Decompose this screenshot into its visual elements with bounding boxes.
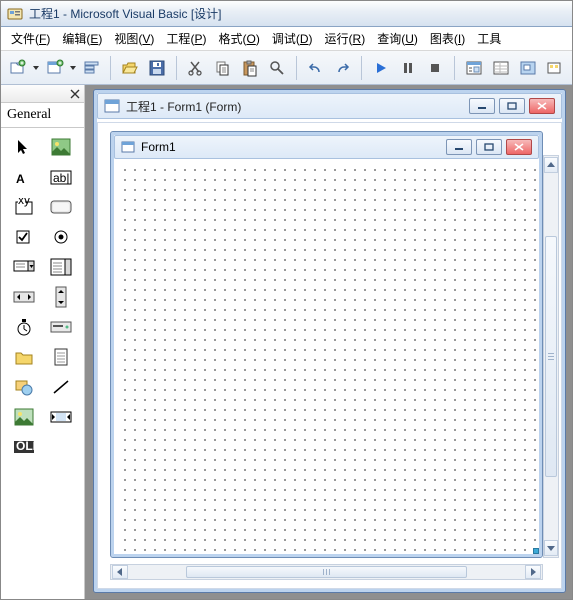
- tool-optionbutton[interactable]: [45, 224, 79, 250]
- add-project-button[interactable]: [5, 55, 30, 81]
- add-project-dropdown[interactable]: [32, 55, 40, 81]
- add-form-dropdown[interactable]: [69, 55, 77, 81]
- tool-hscrollbar[interactable]: [7, 284, 41, 310]
- form-maximize-button[interactable]: [476, 139, 502, 155]
- app-title: 工程1 - Microsoft Visual Basic [设计]: [29, 5, 222, 22]
- form-icon: [121, 141, 135, 153]
- svg-text:OLE: OLE: [16, 440, 35, 453]
- toolbar-separator: [110, 56, 111, 80]
- scroll-thumb[interactable]: [186, 566, 466, 578]
- tool-picturebox[interactable]: [45, 134, 79, 160]
- toolbar-separator: [296, 56, 297, 80]
- end-button[interactable]: [423, 55, 448, 81]
- designer-minimize-button[interactable]: [469, 98, 495, 114]
- toolbox-title: General: [1, 103, 84, 128]
- designer-hscrollbar[interactable]: [110, 564, 543, 580]
- tool-drivelistbox[interactable]: [45, 314, 79, 340]
- tool-shape[interactable]: [7, 374, 41, 400]
- form-layout-button[interactable]: [516, 55, 541, 81]
- toolbar-separator: [361, 56, 362, 80]
- tool-ole[interactable]: OLE: [7, 434, 41, 460]
- menu-diagram[interactable]: 图表(I): [424, 28, 471, 49]
- svg-text:A: A: [16, 172, 25, 186]
- menu-run[interactable]: 运行(R): [319, 28, 372, 49]
- menu-tools[interactable]: 工具: [471, 28, 507, 49]
- menu-file[interactable]: 文件(F): [5, 28, 56, 49]
- tool-vscrollbar[interactable]: [45, 284, 79, 310]
- project-explorer-button[interactable]: [461, 55, 486, 81]
- menu-view[interactable]: 视图(V): [108, 28, 160, 49]
- form-titlebar[interactable]: Form1: [114, 135, 539, 159]
- app-titlebar: 工程1 - Microsoft Visual Basic [设计]: [1, 1, 572, 27]
- resize-handle[interactable]: [533, 548, 539, 554]
- save-button[interactable]: [145, 55, 170, 81]
- scroll-right-button[interactable]: [525, 565, 541, 579]
- tool-pointer[interactable]: [7, 134, 41, 160]
- form-icon: [104, 99, 120, 113]
- toolbox-panel: General A ab| xy OLE: [1, 85, 85, 599]
- scroll-down-button[interactable]: [544, 540, 558, 556]
- form-window[interactable]: Form1: [110, 131, 543, 558]
- properties-button[interactable]: [488, 55, 513, 81]
- scroll-thumb[interactable]: [545, 236, 557, 477]
- svg-text:xy: xy: [18, 198, 30, 207]
- toolbox-header: [1, 85, 84, 103]
- tool-commandbutton[interactable]: [45, 194, 79, 220]
- menu-debug[interactable]: 调试(D): [266, 28, 319, 49]
- form-minimize-button[interactable]: [446, 139, 472, 155]
- tool-timer[interactable]: [7, 314, 41, 340]
- tool-dirlistbox[interactable]: [7, 344, 41, 370]
- tool-checkbox[interactable]: [7, 224, 41, 250]
- open-button[interactable]: [117, 55, 142, 81]
- toolbar-separator: [454, 56, 455, 80]
- scroll-left-button[interactable]: [112, 565, 128, 579]
- menu-editor-button[interactable]: [79, 55, 104, 81]
- break-button[interactable]: [396, 55, 421, 81]
- tool-line[interactable]: [45, 374, 79, 400]
- form-design-surface[interactable]: [117, 162, 536, 551]
- designer-maximize-button[interactable]: [499, 98, 525, 114]
- toolbox-close-button[interactable]: [68, 87, 82, 101]
- designer-title: 工程1 - Form1 (Form): [126, 98, 241, 115]
- tool-image[interactable]: [7, 404, 41, 430]
- paste-button[interactable]: [237, 55, 262, 81]
- object-browser-button[interactable]: [543, 55, 568, 81]
- find-button[interactable]: [265, 55, 290, 81]
- menu-project[interactable]: 工程(P): [160, 28, 212, 49]
- redo-button[interactable]: [330, 55, 355, 81]
- add-form-button[interactable]: [42, 55, 67, 81]
- mdi-client-area: 工程1 - Form1 (Form) Form1: [85, 85, 572, 599]
- menu-query[interactable]: 查询(U): [371, 28, 424, 49]
- work-zone: General A ab| xy OLE: [1, 85, 572, 599]
- designer-titlebar[interactable]: 工程1 - Form1 (Form): [97, 93, 562, 119]
- toolbox-grid: A ab| xy OLE: [1, 128, 84, 466]
- menu-edit[interactable]: 编辑(E): [56, 28, 108, 49]
- designer-close-button[interactable]: [529, 98, 555, 114]
- form-close-button[interactable]: [506, 139, 532, 155]
- designer-vscrollbar[interactable]: [543, 155, 559, 558]
- tool-frame[interactable]: xy: [7, 194, 41, 220]
- start-button[interactable]: [368, 55, 393, 81]
- undo-button[interactable]: [303, 55, 328, 81]
- tool-listbox[interactable]: [45, 254, 79, 280]
- tool-filelistbox[interactable]: [45, 344, 79, 370]
- menubar: 文件(F) 编辑(E) 视图(V) 工程(P) 格式(O) 调试(D) 运行(R…: [1, 27, 572, 51]
- app-icon: [7, 6, 23, 22]
- scroll-up-button[interactable]: [544, 157, 558, 173]
- cut-button[interactable]: [183, 55, 208, 81]
- menu-format[interactable]: 格式(O): [212, 28, 265, 49]
- designer-window: 工程1 - Form1 (Form) Form1: [93, 89, 566, 593]
- tool-label[interactable]: A: [7, 164, 41, 190]
- copy-button[interactable]: [210, 55, 235, 81]
- toolbar-separator: [176, 56, 177, 80]
- tool-data[interactable]: [45, 404, 79, 430]
- svg-text:ab|: ab|: [53, 171, 69, 185]
- form-title: Form1: [141, 140, 176, 154]
- tool-combobox[interactable]: [7, 254, 41, 280]
- tool-textbox[interactable]: ab|: [45, 164, 79, 190]
- main-toolbar: [1, 51, 572, 85]
- designer-body: Form1: [97, 122, 562, 589]
